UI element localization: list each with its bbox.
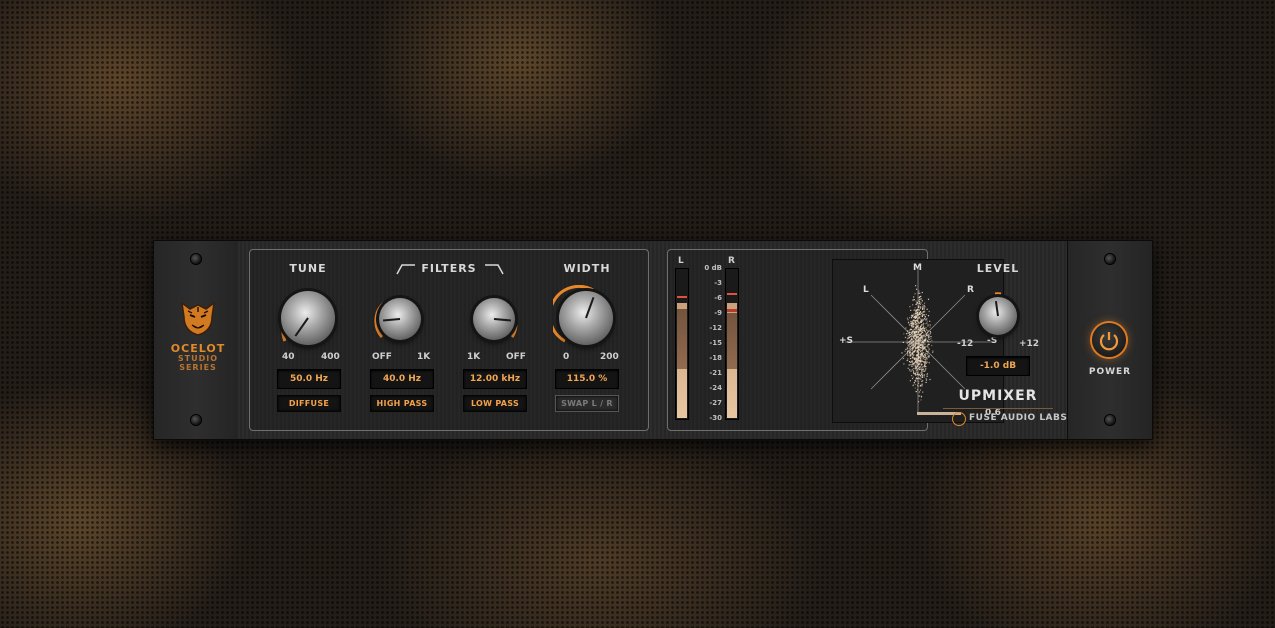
tune-max: 400	[321, 352, 340, 362]
width-label: WIDTH	[563, 262, 611, 275]
tune-value[interactable]: 50.0 Hz	[277, 369, 341, 389]
swap-lr-button[interactable]: SWAP L / R	[555, 395, 619, 412]
level-min: -12	[957, 339, 974, 349]
meter-right	[725, 268, 739, 420]
db-mark: -12	[709, 324, 722, 332]
db-mark: -21	[709, 369, 722, 377]
screw-icon	[191, 254, 201, 264]
level-knob[interactable]	[979, 297, 1017, 335]
db-mark: -15	[709, 339, 722, 347]
width-value[interactable]: 115.0 %	[555, 369, 619, 389]
product-name: UPMIXER	[958, 388, 1038, 404]
power-label: POWER	[1088, 367, 1132, 377]
db-mark: -30	[709, 414, 722, 422]
lowpass-max: OFF	[506, 352, 526, 362]
screw-icon	[1105, 254, 1115, 264]
highpass-max: 1K	[417, 352, 431, 362]
db-mark: -27	[709, 399, 722, 407]
scope-left-label: L	[863, 285, 869, 295]
rack-ear-left: OCELOT STUDIO SERIES	[154, 241, 239, 439]
power-icon	[1099, 332, 1119, 351]
width-max: 200	[600, 352, 619, 362]
diffuse-button[interactable]: DIFFUSE	[277, 395, 341, 412]
db-mark: 0 dB	[704, 264, 722, 272]
filters-label: FILTERS	[421, 262, 477, 275]
tune-knob[interactable]	[281, 291, 335, 345]
meter-right-label: R	[728, 256, 735, 266]
lowpass-button[interactable]: LOW PASS	[463, 395, 527, 412]
scope-mid-label: M	[913, 263, 922, 273]
series-sub: STUDIO	[177, 354, 219, 363]
db-mark: -9	[714, 309, 722, 317]
series-name: OCELOT	[170, 342, 226, 355]
db-mark: -6	[714, 294, 722, 302]
level-max: +12	[1019, 339, 1040, 349]
scope-plus-side-label: +S	[839, 336, 854, 346]
lowpass-value[interactable]: 12.00 kHz	[463, 369, 527, 389]
series-sub: SERIES	[179, 363, 217, 372]
lowpass-shape-icon	[485, 264, 504, 275]
highpass-shape-icon	[396, 264, 415, 275]
level-value[interactable]: -1.0 dB	[966, 356, 1030, 376]
divider	[943, 408, 1053, 409]
power-button[interactable]	[1092, 323, 1126, 357]
db-mark: -18	[709, 354, 722, 362]
screw-icon	[1105, 415, 1115, 425]
level-label: LEVEL	[976, 262, 1020, 275]
highpass-min: OFF	[372, 352, 392, 362]
plugin-rack: OCELOT STUDIO SERIES TUNE 40 400 50.0 Hz…	[153, 240, 1153, 440]
ocelot-logo: OCELOT STUDIO SERIES	[168, 295, 228, 372]
company-name: FUSE AUDIO LABS	[969, 413, 1068, 423]
fuse-logo-icon	[952, 412, 966, 426]
db-mark: -24	[709, 384, 722, 392]
tiger-icon	[181, 301, 215, 336]
db-mark: -3	[714, 279, 722, 287]
lowpass-knob[interactable]	[473, 298, 515, 340]
highpass-value[interactable]: 40.0 Hz	[370, 369, 434, 389]
width-knob[interactable]	[559, 291, 613, 345]
highpass-button[interactable]: HIGH PASS	[370, 395, 434, 412]
meter-left-label: L	[678, 256, 684, 266]
width-min: 0	[563, 352, 570, 362]
highpass-knob[interactable]	[379, 298, 421, 340]
tune-min: 40	[282, 352, 295, 362]
tune-label: TUNE	[289, 262, 327, 275]
lowpass-min: 1K	[467, 352, 481, 362]
rack-ear-right: POWER	[1067, 241, 1152, 439]
screw-icon	[191, 415, 201, 425]
plugin-body: TUNE 40 400 50.0 Hz DIFFUSE FILTERS OFF …	[238, 241, 1068, 439]
meter-left	[675, 268, 689, 420]
